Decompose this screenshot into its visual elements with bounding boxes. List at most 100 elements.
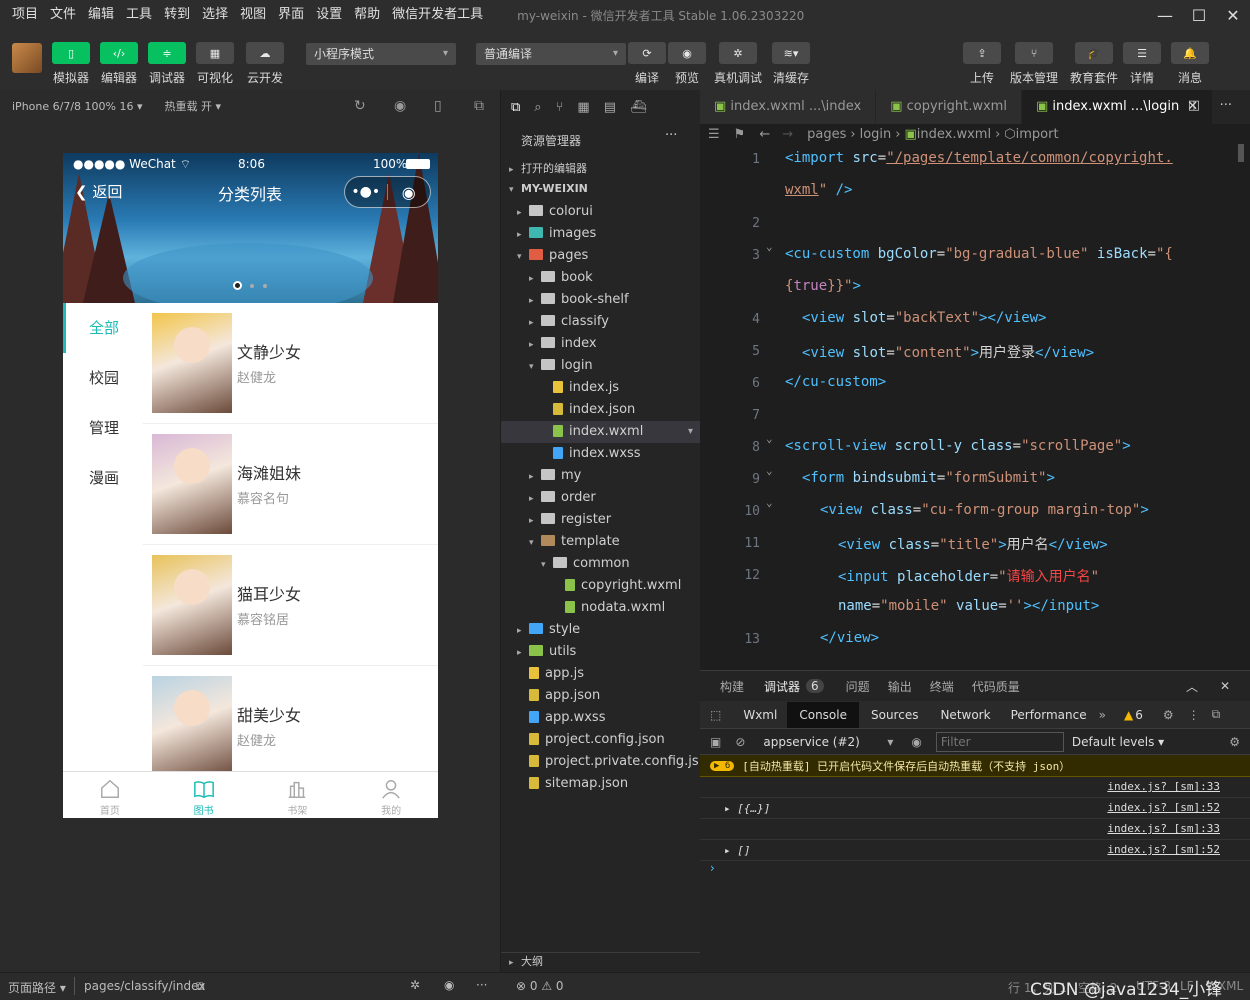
tab-sources[interactable]: Sources — [871, 708, 918, 722]
debugger-button[interactable]: ≑ 调试器 — [148, 42, 186, 86]
cloud-button[interactable]: ☁ 云开发 — [246, 42, 284, 86]
more-options-icon[interactable]: ··· — [1220, 98, 1232, 113]
close-target-icon[interactable]: ◉ — [388, 183, 431, 202]
breadcrumb-item[interactable]: index.wxml — [917, 127, 991, 142]
menu-item[interactable]: 文件 — [44, 0, 82, 30]
close-icon[interactable]: ✕ — [1220, 679, 1230, 693]
docker-icon[interactable]: ⛴ — [630, 100, 647, 115]
file-tree-item[interactable]: ▸ classify — [501, 311, 701, 333]
file-tree-item[interactable]: nodata.wxml — [501, 597, 701, 619]
editor-button[interactable]: ‹/› 编辑器 — [100, 42, 138, 86]
file-tree-item[interactable]: index.json — [501, 399, 701, 421]
more-tabs-icon[interactable]: » — [1099, 708, 1106, 722]
tab-terminal[interactable]: 终端 — [930, 678, 954, 695]
eye-icon[interactable]: ◉ — [911, 735, 921, 749]
carousel-dot[interactable] — [250, 284, 254, 288]
source-control-icon[interactable]: ⑂ — [556, 100, 564, 115]
file-tree-item[interactable]: app.wxss — [501, 707, 701, 729]
tab-code-quality[interactable]: 代码质量 — [972, 678, 1020, 695]
tab-shelf[interactable]: 书架 — [251, 772, 345, 818]
filter-input[interactable] — [935, 731, 1064, 752]
file-tree-item[interactable]: index.wxml — [501, 421, 701, 443]
tab-performance[interactable]: Performance — [1011, 708, 1087, 722]
file-tree-item[interactable]: project.config.json — [501, 729, 701, 751]
forward-arrow-icon[interactable]: → — [782, 127, 793, 142]
minimize-icon[interactable]: — — [1148, 0, 1182, 30]
menu-item[interactable]: 转到 — [158, 0, 196, 30]
breadcrumb-item[interactable]: import — [1016, 127, 1059, 142]
menu-item[interactable]: 设置 — [310, 0, 348, 30]
menu-item[interactable]: 项目 — [6, 0, 44, 30]
back-arrow-icon[interactable]: ← — [759, 127, 770, 142]
file-tree-item[interactable]: copyright.wxml — [501, 575, 701, 597]
file-tree-item[interactable]: ▸ style — [501, 619, 701, 641]
settings-icon[interactable]: ⚙ — [1229, 735, 1240, 749]
file-tree-item[interactable]: ▸ index — [501, 333, 701, 355]
upload-button[interactable]: ⇪ 上传 — [963, 42, 1001, 86]
menu-item[interactable]: 界面 — [272, 0, 310, 30]
tab-books[interactable]: 图书 — [157, 772, 251, 818]
clear-cache-button[interactable]: ≋▾ 清缓存 — [772, 42, 810, 86]
more-options-icon[interactable]: ··· — [476, 978, 487, 992]
book-item[interactable]: 海滩姐妹 慕容名句 — [143, 424, 438, 545]
source-link[interactable]: index.js? [sm]:52 — [1107, 801, 1220, 814]
source-link[interactable]: index.js? [sm]:52 — [1107, 843, 1220, 856]
compile-select[interactable]: 普通编译 — [476, 43, 626, 65]
fold-chevron-icon[interactable]: ⌄ — [766, 240, 773, 253]
file-tree-item[interactable]: project.private.config.js... — [501, 751, 701, 773]
files-icon[interactable]: ⧉ — [511, 100, 520, 115]
sidebar-toggle-icon[interactable]: ▣ — [710, 735, 721, 749]
mode-select[interactable]: 小程序模式 — [306, 43, 456, 65]
source-link[interactable]: index.js? [sm]:33 — [1107, 822, 1220, 835]
menu-item[interactable]: 选择 — [196, 0, 234, 30]
tab-wxml[interactable]: Wxml — [743, 708, 777, 722]
tab-copyright-wxml[interactable]: ▣ copyright.wxml — [876, 90, 1022, 124]
record-icon[interactable]: ◉ — [394, 98, 406, 114]
simulator-button[interactable]: ▯ 模拟器 — [52, 42, 90, 86]
close-icon[interactable]: ✕ — [1216, 0, 1250, 30]
file-tree-item[interactable]: app.json — [501, 685, 701, 707]
split-editor-icon[interactable]: ◫ — [1188, 98, 1200, 113]
tab-index-wxml-index[interactable]: ▣ index.wxml ...\index — [700, 90, 877, 124]
tab-output[interactable]: 输出 — [888, 678, 912, 695]
copy-icon[interactable]: ⧉ — [196, 979, 205, 994]
file-tree-item[interactable]: sitemap.json — [501, 773, 701, 795]
context-select[interactable]: appservice (#2) ▾ — [763, 735, 893, 749]
gear-icon[interactable]: ⚙ — [1163, 708, 1174, 722]
project-section[interactable]: ▾ MY-WEIXIN — [509, 182, 588, 195]
education-button[interactable]: 🎓 教育套件 — [1070, 42, 1118, 86]
inspect-icon[interactable]: ⬚ — [710, 708, 721, 722]
hot-reload-toggle[interactable]: 热重载 开 ▾ — [165, 98, 222, 114]
kebab-icon[interactable]: ⋮ — [1188, 708, 1200, 722]
file-tree-item[interactable]: ▸ register — [501, 509, 701, 531]
extensions-icon[interactable]: ▦ — [577, 100, 589, 115]
bookmark-icon[interactable]: ⚑ — [734, 127, 746, 142]
tab-network[interactable]: Network — [940, 708, 990, 722]
save-icon[interactable]: ▤ — [604, 100, 616, 115]
menu-item[interactable]: 视图 — [234, 0, 272, 30]
more-options-icon[interactable]: ··· — [665, 128, 677, 143]
breadcrumb-item[interactable]: pages — [807, 127, 846, 142]
fold-chevron-icon[interactable]: ⌄ — [766, 496, 773, 509]
fold-chevron-icon[interactable]: ⌄ — [766, 464, 773, 477]
menu-item[interactable]: 编辑 — [82, 0, 120, 30]
device-select[interactable]: iPhone 6/7/8 100% 16 ▾ — [12, 100, 143, 113]
source-link[interactable]: index.js? [sm]:33 — [1107, 780, 1220, 793]
file-tree-item[interactable]: ▸ my — [501, 465, 701, 487]
file-tree-item[interactable]: app.js — [501, 663, 701, 685]
tab-mine[interactable]: 我的 — [344, 772, 438, 818]
messages-button[interactable]: 🔔 消息 — [1171, 42, 1209, 86]
console-value[interactable]: ▸ [{…}] — [724, 802, 770, 815]
back-button[interactable]: ❮ 返回 — [75, 181, 122, 202]
file-tree-item[interactable]: ▸ images — [501, 223, 701, 245]
menu-item[interactable]: 工具 — [120, 0, 158, 30]
scrollbar-thumb[interactable] — [1238, 144, 1244, 162]
breadcrumb-item[interactable]: login — [860, 127, 892, 142]
file-tree-item[interactable]: ▾ common — [501, 553, 701, 575]
tab-index-wxml-login[interactable]: ▣ index.wxml ...\login ✕ — [1021, 90, 1214, 124]
maximize-icon[interactable]: ☐ — [1182, 0, 1216, 30]
console-prompt[interactable]: › — [710, 861, 715, 875]
carousel-dot-active[interactable] — [233, 281, 242, 290]
file-tree-item[interactable]: ▸ order — [501, 487, 701, 509]
page-path-select[interactable]: 页面路径 ▾ — [8, 979, 66, 996]
